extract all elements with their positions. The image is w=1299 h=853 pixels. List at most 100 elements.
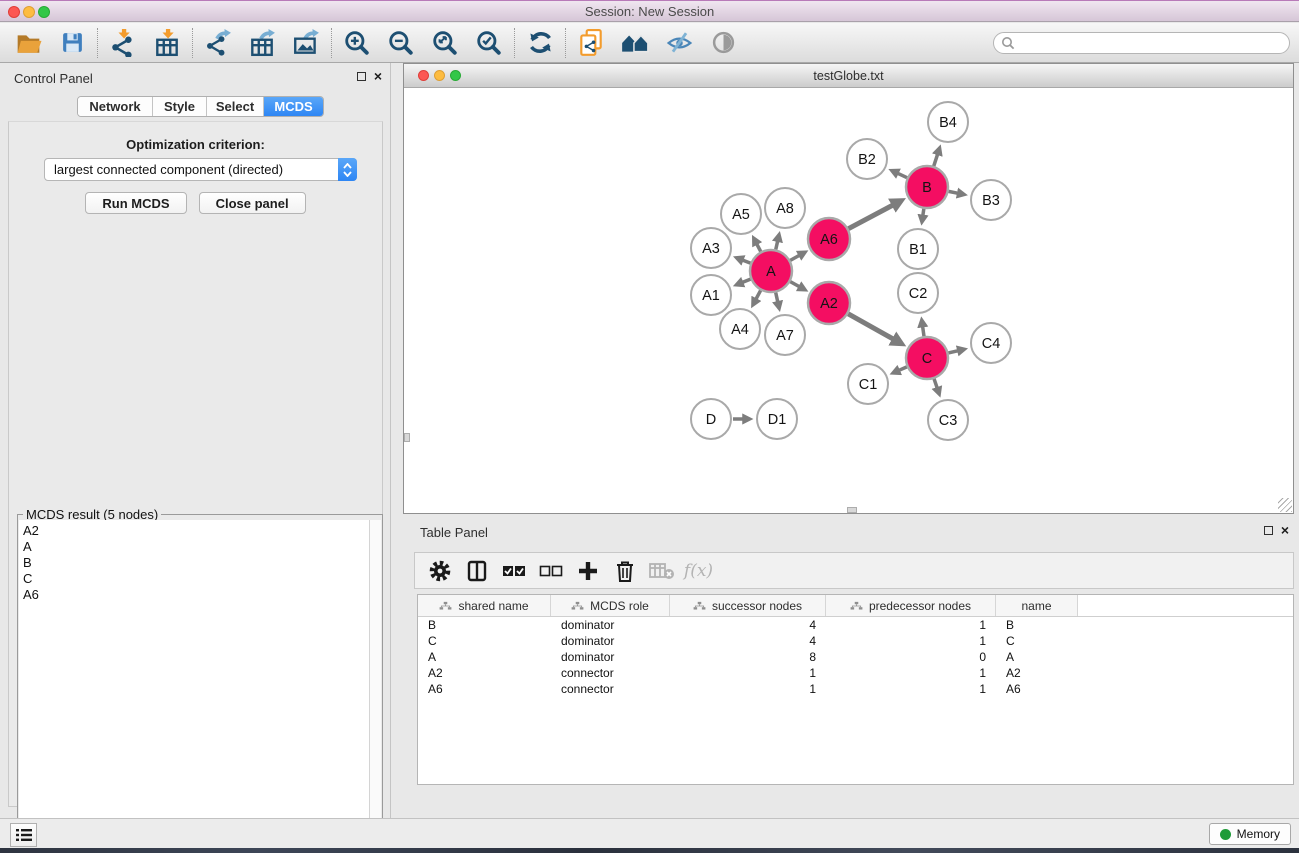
float-panel-icon[interactable] (357, 72, 366, 81)
import-network-button[interactable] (101, 26, 145, 60)
edge-C-C2[interactable] (923, 327, 924, 336)
zoom-selected-button[interactable] (467, 26, 511, 60)
column-header-name[interactable]: name (996, 595, 1078, 616)
node-B2[interactable]: B2 (847, 139, 887, 179)
cell-name[interactable]: A (996, 649, 1078, 665)
node-A6[interactable]: A6 (808, 218, 850, 260)
delete-button[interactable] (606, 556, 643, 586)
cell-name[interactable]: B (996, 617, 1078, 633)
home-button[interactable] (613, 26, 657, 60)
result-item[interactable]: A2 (23, 523, 369, 539)
node-A4[interactable]: A4 (720, 309, 760, 349)
edge-B-B4[interactable] (934, 155, 938, 167)
result-item[interactable]: C (23, 571, 369, 587)
edge-A-A6[interactable] (790, 256, 799, 261)
network-canvas[interactable]: AA1A3A5A8A4A7A6A2BB1B2B3B4CC1C2C3C4DD1 (404, 88, 1293, 513)
edge-A-A4[interactable] (756, 290, 761, 298)
column-header-shared-name[interactable]: shared name (418, 595, 551, 616)
node-A3[interactable]: A3 (691, 228, 731, 268)
cell-shared-name[interactable]: C (418, 633, 551, 649)
memory-button[interactable]: Memory (1209, 823, 1291, 845)
node-C4[interactable]: C4 (971, 323, 1011, 363)
resize-grip-left[interactable] (404, 433, 410, 442)
cell-name[interactable]: A2 (996, 665, 1078, 681)
edge-A-A7[interactable] (776, 292, 778, 301)
cell-MCDS-role[interactable]: connector (551, 681, 670, 697)
import-table-button[interactable] (145, 26, 189, 60)
cell-successor-nodes[interactable]: 1 (670, 665, 826, 681)
node-D1[interactable]: D1 (757, 399, 797, 439)
cell-predecessor-nodes[interactable]: 0 (826, 649, 996, 665)
add-button[interactable] (569, 556, 606, 586)
cell-shared-name[interactable]: B (418, 617, 551, 633)
zoom-fit-button[interactable] (423, 26, 467, 60)
table-row[interactable]: Adominator80A (418, 649, 1293, 665)
refresh-button[interactable] (518, 26, 562, 60)
node-B3[interactable]: B3 (971, 180, 1011, 220)
edge-B-B1[interactable] (923, 209, 924, 215)
columns-button[interactable] (458, 556, 495, 586)
network-graph[interactable]: AA1A3A5A8A4A7A6A2BB1B2B3B4CC1C2C3C4DD1 (404, 88, 1293, 513)
task-history-button[interactable] (10, 823, 37, 847)
cell-MCDS-role[interactable]: dominator (551, 633, 670, 649)
table-row[interactable]: A2connector11A2 (418, 665, 1293, 681)
table-row[interactable]: Bdominator41B (418, 617, 1293, 633)
run-mcds-button[interactable]: Run MCDS (85, 192, 186, 214)
gear-button[interactable] (421, 556, 458, 586)
network-window-titlebar[interactable]: testGlobe.txt (404, 64, 1293, 88)
column-header-successor-nodes[interactable]: successor nodes (670, 595, 826, 616)
zoom-out-button[interactable] (379, 26, 423, 60)
edge-C-C3[interactable] (934, 379, 937, 388)
node-A7[interactable]: A7 (765, 315, 805, 355)
cell-predecessor-nodes[interactable]: 1 (826, 665, 996, 681)
edge-B-B2[interactable] (898, 173, 907, 177)
cell-predecessor-nodes[interactable]: 1 (826, 633, 996, 649)
export-network-button[interactable] (196, 26, 240, 60)
cybrowser-button[interactable] (569, 26, 613, 60)
hide-details-button[interactable] (657, 26, 701, 60)
node-A1[interactable]: A1 (691, 275, 731, 315)
open-file-button[interactable] (6, 26, 50, 60)
cell-successor-nodes[interactable]: 1 (670, 681, 826, 697)
edge-A-A3[interactable] (743, 260, 751, 263)
cell-MCDS-role[interactable]: dominator (551, 649, 670, 665)
export-image-button[interactable] (284, 26, 328, 60)
node-A5[interactable]: A5 (721, 194, 761, 234)
result-item[interactable]: A6 (23, 587, 369, 603)
column-header-MCDS-role[interactable]: MCDS role (551, 595, 670, 616)
save-session-button[interactable] (50, 26, 94, 60)
resize-grip-bottom[interactable] (847, 507, 857, 513)
edge-B-B3[interactable] (949, 191, 958, 193)
close-panel-button[interactable]: Close panel (199, 192, 306, 214)
result-item[interactable]: B (23, 555, 369, 571)
table-row[interactable]: A6connector11A6 (418, 681, 1293, 697)
edge-A-A8[interactable] (776, 241, 778, 249)
tab-network[interactable]: Network (78, 97, 153, 116)
tab-select[interactable]: Select (207, 97, 264, 116)
result-item[interactable]: A (23, 539, 369, 555)
edge-A6-B[interactable] (848, 205, 892, 228)
table-row[interactable]: Cdominator41C (418, 633, 1293, 649)
cell-successor-nodes[interactable]: 4 (670, 617, 826, 633)
node-B[interactable]: B (906, 166, 948, 208)
edge-C-C4[interactable] (948, 351, 957, 353)
zoom-in-button[interactable] (335, 26, 379, 60)
node-B4[interactable]: B4 (928, 102, 968, 142)
close-table-panel-icon[interactable]: × (1281, 526, 1289, 535)
node-C1[interactable]: C1 (848, 364, 888, 404)
birdseye-button[interactable] (701, 26, 745, 60)
cell-shared-name[interactable]: A (418, 649, 551, 665)
node-A8[interactable]: A8 (765, 188, 805, 228)
edge-C-C1[interactable] (899, 367, 907, 370)
select-all-button[interactable] (495, 556, 532, 586)
close-panel-icon[interactable]: × (374, 72, 382, 81)
search-input[interactable] (993, 32, 1290, 54)
criterion-dropdown[interactable]: largest connected component (directed) (44, 158, 357, 181)
cell-shared-name[interactable]: A2 (418, 665, 551, 681)
node-A[interactable]: A (750, 250, 792, 292)
unselect-all-button[interactable] (532, 556, 569, 586)
cell-MCDS-role[interactable]: dominator (551, 617, 670, 633)
export-table-button[interactable] (240, 26, 284, 60)
node-A2[interactable]: A2 (808, 282, 850, 324)
float-table-panel-icon[interactable] (1264, 526, 1273, 535)
